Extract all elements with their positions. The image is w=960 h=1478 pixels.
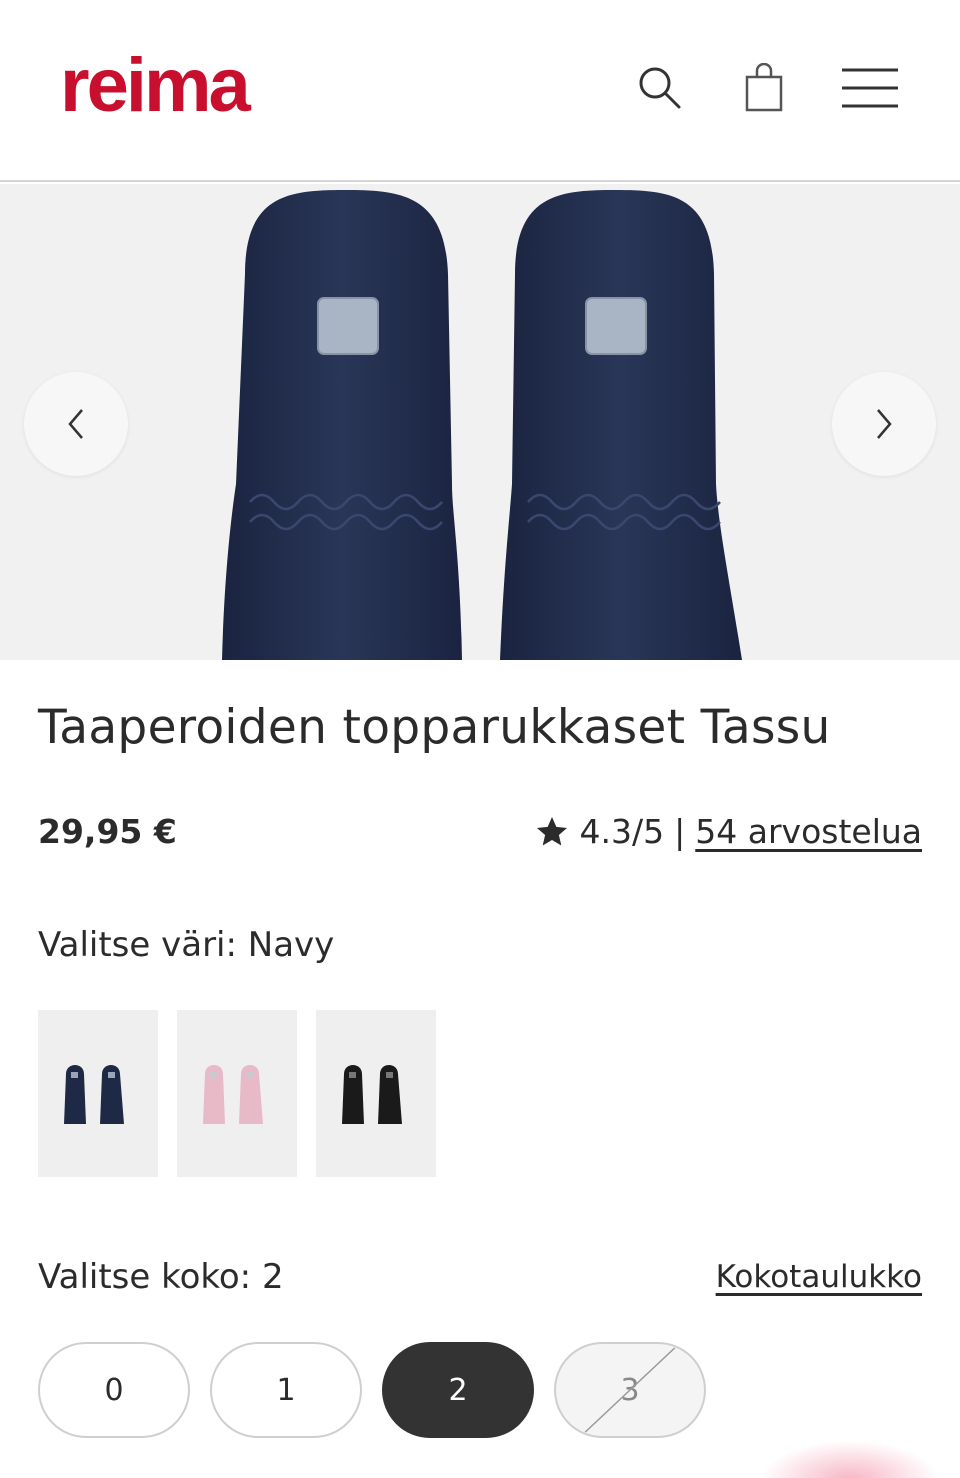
product-title: Taaperoiden topparukkaset Tassu [38, 700, 831, 755]
site-header: reima [0, 0, 960, 182]
size-option-label: 1 [276, 1372, 296, 1408]
size-options: 0 1 2 3 [38, 1342, 706, 1438]
search-icon[interactable] [630, 58, 690, 118]
shopping-bag-icon[interactable] [734, 58, 794, 118]
size-option-label: 2 [448, 1372, 468, 1408]
size-option-3[interactable]: 3 [554, 1342, 706, 1438]
chevron-right-icon [877, 409, 892, 439]
reima-logo[interactable]: reima [60, 48, 251, 124]
size-option-0[interactable]: 0 [38, 1342, 190, 1438]
color-swatch-black[interactable] [316, 1010, 436, 1177]
product-price: 29,95 € [38, 812, 177, 851]
rating-value: 4.3/5 [579, 812, 665, 851]
size-label: Valitse koko: 2 [38, 1257, 284, 1297]
chevron-left-icon [68, 409, 83, 439]
size-option-2[interactable]: 2 [382, 1342, 534, 1438]
star-icon [534, 814, 570, 850]
unavailable-strike-icon [584, 1347, 676, 1433]
size-option-1[interactable]: 1 [210, 1342, 362, 1438]
product-rating: 4.3/5 | 54 arvostelua [534, 812, 922, 851]
carousel-next-button[interactable] [832, 372, 936, 476]
size-chart-link[interactable]: Kokotaulukko [716, 1259, 922, 1295]
decorative-blob [760, 1440, 940, 1478]
color-swatches [38, 1010, 436, 1177]
menu-icon[interactable] [838, 58, 902, 118]
rating-separator: | [674, 812, 686, 851]
carousel-prev-button[interactable] [24, 372, 128, 476]
product-image [222, 190, 742, 660]
reviews-link[interactable]: 54 arvostelua [695, 812, 922, 851]
size-option-label: 0 [104, 1372, 124, 1408]
color-swatch-navy[interactable] [38, 1010, 158, 1177]
product-image-carousel[interactable] [0, 184, 960, 660]
color-swatch-pink[interactable] [177, 1010, 297, 1177]
color-label: Valitse väri: Navy [38, 925, 335, 965]
